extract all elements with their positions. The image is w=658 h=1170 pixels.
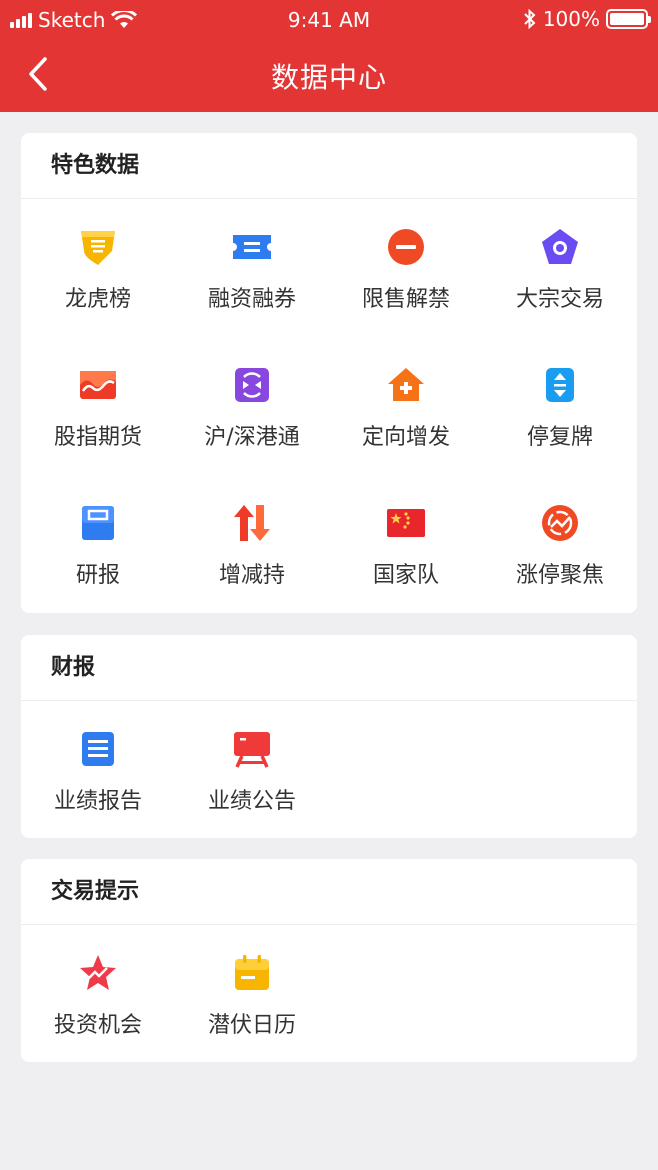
- billboard-icon: [232, 729, 272, 769]
- grid-item-label: 大宗交易: [515, 287, 604, 312]
- grid-item-stock-connect[interactable]: 沪/深港通: [175, 337, 329, 475]
- section-title: 交易提示: [21, 859, 637, 925]
- grid-item-label: 龙虎榜: [64, 287, 131, 312]
- exchange-icon: [232, 365, 272, 405]
- pentagon-icon: [540, 227, 580, 267]
- grid-item-earnings-announcement[interactable]: 业绩公告: [175, 701, 329, 839]
- star-trend-icon: [78, 953, 118, 993]
- focus-trend-icon: [540, 503, 580, 543]
- page-title: 数据中心: [270, 61, 387, 94]
- grid-item-earnings-report[interactable]: 业绩报告: [21, 701, 175, 839]
- grid-item-label: 股指期货: [53, 425, 142, 450]
- grid-item-label: 增减持: [218, 563, 285, 588]
- grid-item-suspension[interactable]: 停复牌: [483, 337, 637, 475]
- grid-item-investment-opportunity[interactable]: 投资机会: [21, 925, 175, 1063]
- grid-item-label: 业绩公告: [207, 789, 296, 814]
- flag-icon: [386, 503, 426, 543]
- minus-circle-icon: [386, 227, 426, 267]
- nav-bar: 数据中心: [0, 38, 658, 112]
- grid-item-research-report[interactable]: 研报: [21, 475, 175, 613]
- grid-item-dragon-tiger[interactable]: 龙虎榜: [21, 199, 175, 337]
- status-bar: Sketch 9:41 AM 100%: [0, 0, 658, 38]
- trend-chart-icon: [78, 365, 118, 405]
- section-financial-reports: 财报 业绩报告 业绩公告: [21, 635, 637, 838]
- calendar-icon: [232, 953, 272, 993]
- section-trading-tips: 交易提示 投资机会 潜伏日历: [21, 859, 637, 1062]
- shield-list-icon: [78, 227, 118, 267]
- grid-item-block-trade[interactable]: 大宗交易: [483, 199, 637, 337]
- battery-icon: [606, 9, 651, 29]
- battery-percent: 100%: [542, 7, 600, 31]
- section-featured-data: 特色数据 龙虎榜 融资融券 限售解禁 大宗交易 股指期货 沪/深港通 定向增发 …: [21, 133, 637, 613]
- grid-item-label: 业绩报告: [53, 789, 142, 814]
- grid-item-index-futures[interactable]: 股指期货: [21, 337, 175, 475]
- header: Sketch 9:41 AM 100% 数据中心: [0, 0, 658, 112]
- grid-item-limit-up-focus[interactable]: 涨停聚焦: [483, 475, 637, 613]
- grid-item-label: 定向增发: [361, 425, 450, 450]
- grid-item-label: 投资机会: [53, 1013, 142, 1038]
- section-title: 财报: [21, 635, 637, 701]
- house-plus-icon: [386, 365, 426, 405]
- report-icon: [78, 503, 118, 543]
- grid-item-label: 限售解禁: [361, 287, 450, 312]
- status-right: 100%: [523, 7, 651, 31]
- updown-icon: [540, 365, 580, 405]
- bluetooth-icon: [524, 9, 536, 29]
- grid-item-lockup-expiry[interactable]: 限售解禁: [329, 199, 483, 337]
- ticket-icon: [232, 227, 272, 267]
- document-icon: [78, 729, 118, 769]
- grid-item-label: 停复牌: [526, 425, 593, 450]
- grid-item-label: 沪/深港通: [204, 425, 300, 450]
- grid-item-margin-trading[interactable]: 融资融券: [175, 199, 329, 337]
- grid-item-label: 融资融券: [207, 287, 296, 312]
- grid-item-national-team[interactable]: 国家队: [329, 475, 483, 613]
- grid-item-latent-calendar[interactable]: 潜伏日历: [175, 925, 329, 1063]
- grid-item-label: 涨停聚焦: [515, 563, 604, 588]
- grid-item-label: 潜伏日历: [207, 1013, 296, 1038]
- grid-item-label: 国家队: [372, 563, 439, 588]
- grid-item-label: 研报: [75, 563, 120, 588]
- updown-arrows-icon: [232, 503, 272, 543]
- grid-item-private-placement[interactable]: 定向增发: [329, 337, 483, 475]
- grid-item-shareholding-change[interactable]: 增减持: [175, 475, 329, 613]
- section-title: 特色数据: [21, 133, 637, 199]
